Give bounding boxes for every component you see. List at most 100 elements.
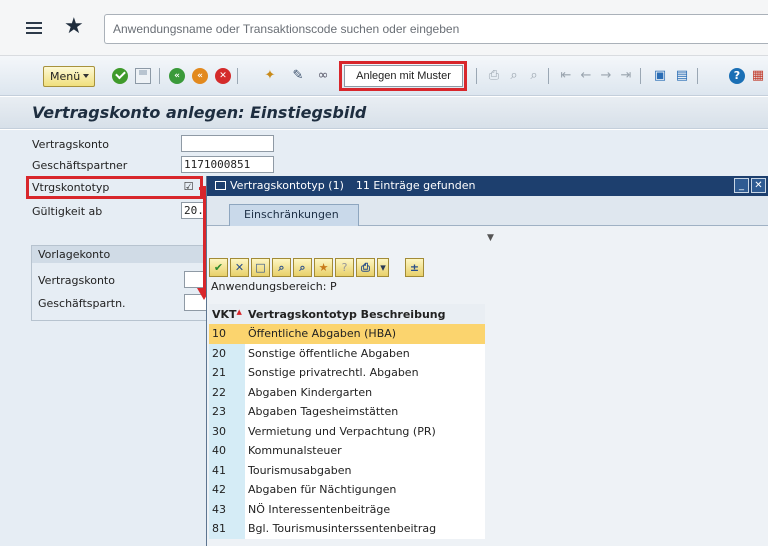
dialog-title: Vertragskontotyp (1) <box>230 179 344 192</box>
vkt-code-cell[interactable]: 23 <box>209 402 245 422</box>
print-icon[interactable]: ⎙ <box>356 258 375 277</box>
table-row[interactable]: 10 Öffentliche Abgaben (HBA) <box>209 324 485 344</box>
column-header-description[interactable]: Vertragskontotyp Beschreibung <box>245 304 485 324</box>
toolbar-separator <box>237 68 238 84</box>
last-page-icon[interactable]: ⇥ <box>618 68 634 84</box>
vertragskonto-label: Vertragskonto <box>32 138 109 151</box>
vorlage-vertragskonto-label: Vertragskonto <box>38 274 115 287</box>
application-area-label: Anwendungsbereich: P <box>211 280 337 293</box>
geschaeftspartner-input[interactable]: 1171000851 <box>181 156 274 173</box>
vkt-code-cell[interactable]: 30 <box>209 421 245 441</box>
value-help-icon[interactable]: ☑ <box>181 180 196 194</box>
vertragskonto-input[interactable] <box>181 135 274 152</box>
find-next-icon[interactable]: ⌕ <box>293 258 312 277</box>
table-row[interactable]: 23 Abgaben Tagesheimstätten <box>209 402 485 422</box>
cancel-icon[interactable]: ✕ <box>230 258 249 277</box>
table-row[interactable]: 20 Sonstige öffentliche Abgaben <box>209 343 485 363</box>
vkt-description-cell[interactable]: Kommunalsteuer <box>245 441 485 461</box>
print-options-chevron-icon[interactable]: ▾ <box>377 258 389 277</box>
vkt-description-cell[interactable]: Abgaben Kindergarten <box>245 382 485 402</box>
toolbar-separator <box>476 68 477 84</box>
table-row[interactable]: 22 Abgaben Kindergarten <box>209 382 485 402</box>
vkt-description-cell[interactable]: NÖ Interessentenbeiträge <box>245 499 485 519</box>
check-icon[interactable] <box>112 68 128 84</box>
vkt-code-cell[interactable]: 10 <box>209 324 245 344</box>
vorlage-geschaeftspartner-label: Geschäftspartn. <box>38 297 126 310</box>
sort-icon: ▲ <box>236 307 242 316</box>
toolbar-separator <box>548 68 549 84</box>
glasses-icon[interactable]: ∞ <box>315 68 331 84</box>
table-row[interactable]: 30 Vermietung und Verpachtung (PR) <box>209 421 485 441</box>
value-help-table: VKT▲ Vertragskontotyp Beschreibung 10 Öff… <box>209 304 485 539</box>
anlegen-mit-muster-button[interactable]: Anlegen mit Muster <box>344 65 463 87</box>
edit-icon[interactable]: ✎ <box>290 68 306 84</box>
vkt-code-cell[interactable]: 40 <box>209 441 245 461</box>
table-row[interactable]: 21 Sonstige privatrechtl. Abgaben <box>209 363 485 383</box>
previous-page-icon[interactable]: ← <box>578 68 594 84</box>
vkt-code-cell[interactable]: 21 <box>209 363 245 383</box>
vkt-description-cell[interactable]: Sonstige privatrechtl. Abgaben <box>245 363 485 383</box>
create-icon[interactable]: ✦ <box>262 68 278 84</box>
geschaeftspartner-label: Geschäftspartner <box>32 159 128 172</box>
table-row[interactable]: 40 Kommunalsteuer <box>209 441 485 461</box>
column-header-vkt[interactable]: VKT▲ <box>209 304 245 324</box>
shortcut-icon[interactable]: ▤ <box>674 68 690 84</box>
print-icon[interactable]: ⎙ <box>486 68 502 84</box>
favorite-add-icon[interactable]: ★ <box>314 258 333 277</box>
table-header-row: VKT▲ Vertragskontotyp Beschreibung <box>209 304 485 324</box>
vkt-description-cell[interactable]: Öffentliche Abgaben (HBA) <box>245 324 485 344</box>
vorlagekonto-group: Vorlagekonto Vertragskonto Geschäftspart… <box>31 245 214 321</box>
exit-icon[interactable]: « <box>192 68 208 84</box>
page-title: Vertragskonto anlegen: Einstiegsbild <box>0 97 768 129</box>
vkt-description-cell[interactable]: Abgaben Tagesheimstätten <box>245 402 485 422</box>
vkt-description-cell[interactable]: Vermietung und Verpachtung (PR) <box>245 421 485 441</box>
chevron-down-icon <box>83 74 89 78</box>
vorlagekonto-group-title: Vorlagekonto <box>32 246 210 263</box>
toolbar-separator <box>697 68 698 84</box>
table-row[interactable]: 81 Bgl. Tourismusinterssentenbeitrag <box>209 519 485 539</box>
restrictions-toggle-icon[interactable]: ▼ <box>487 233 494 243</box>
layout-icon[interactable]: ▦ <box>750 68 766 84</box>
menu-button[interactable]: Menü <box>43 66 95 87</box>
new-icon[interactable]: □ <box>251 258 270 277</box>
find-icon[interactable]: ⌕ <box>272 258 291 277</box>
vkt-description-cell[interactable]: Sonstige öffentliche Abgaben <box>245 343 485 363</box>
confirm-icon[interactable]: ✔ <box>209 258 228 277</box>
first-page-icon[interactable]: ⇤ <box>558 68 574 84</box>
help-icon[interactable]: ? <box>335 258 354 277</box>
shell-bar: ★ Anwendungsname oder Transaktionscode s… <box>0 0 768 56</box>
vkt-code-cell[interactable]: 81 <box>209 519 245 539</box>
minimize-icon[interactable]: _ <box>734 178 749 193</box>
vtrgskontotyp-label: Vtrgskontotyp <box>32 181 110 194</box>
hamburger-menu-icon[interactable] <box>26 22 42 36</box>
back-icon[interactable]: « <box>169 68 185 84</box>
save-icon[interactable] <box>135 68 151 84</box>
help-icon[interactable]: ? <box>729 68 745 84</box>
new-session-icon[interactable]: ▣ <box>652 68 668 84</box>
dialog-tabbar: Einschränkungen <box>207 196 768 226</box>
tab-einschraenkungen[interactable]: Einschränkungen <box>229 204 359 226</box>
vkt-code-cell[interactable]: 43 <box>209 499 245 519</box>
table-row[interactable]: 43 NÖ Interessentenbeiträge <box>209 499 485 519</box>
find-next-icon[interactable]: ⌕ <box>526 68 542 84</box>
table-row[interactable]: 42 Abgaben für Nächtigungen <box>209 480 485 500</box>
vkt-description-cell[interactable]: Tourismusabgaben <box>245 460 485 480</box>
close-icon[interactable]: ✕ <box>751 178 766 193</box>
settings-icon[interactable]: ± <box>405 258 424 277</box>
vkt-code-cell[interactable]: 41 <box>209 460 245 480</box>
vkt-code-cell[interactable]: 22 <box>209 382 245 402</box>
value-help-dialog: Vertragskontotyp (1) 11 Einträge gefunden… <box>206 176 768 546</box>
vkt-description-cell[interactable]: Bgl. Tourismusinterssentenbeitrag <box>245 519 485 539</box>
menu-button-label: Menü <box>50 70 81 83</box>
vkt-code-cell[interactable]: 20 <box>209 343 245 363</box>
toolbar-separator <box>159 68 160 84</box>
vkt-description-cell[interactable]: Abgaben für Nächtigungen <box>245 480 485 500</box>
transaction-search-input[interactable]: Anwendungsname oder Transaktionscode suc… <box>104 14 768 44</box>
vkt-code-cell[interactable]: 42 <box>209 480 245 500</box>
result-count: 11 Einträge gefunden <box>355 179 476 192</box>
cancel-icon[interactable]: ✕ <box>215 68 231 84</box>
find-icon[interactable]: ⌕ <box>506 68 522 84</box>
next-page-icon[interactable]: → <box>598 68 614 84</box>
favorites-star-icon[interactable]: ★ <box>64 16 84 38</box>
table-row[interactable]: 41 Tourismusabgaben <box>209 460 485 480</box>
